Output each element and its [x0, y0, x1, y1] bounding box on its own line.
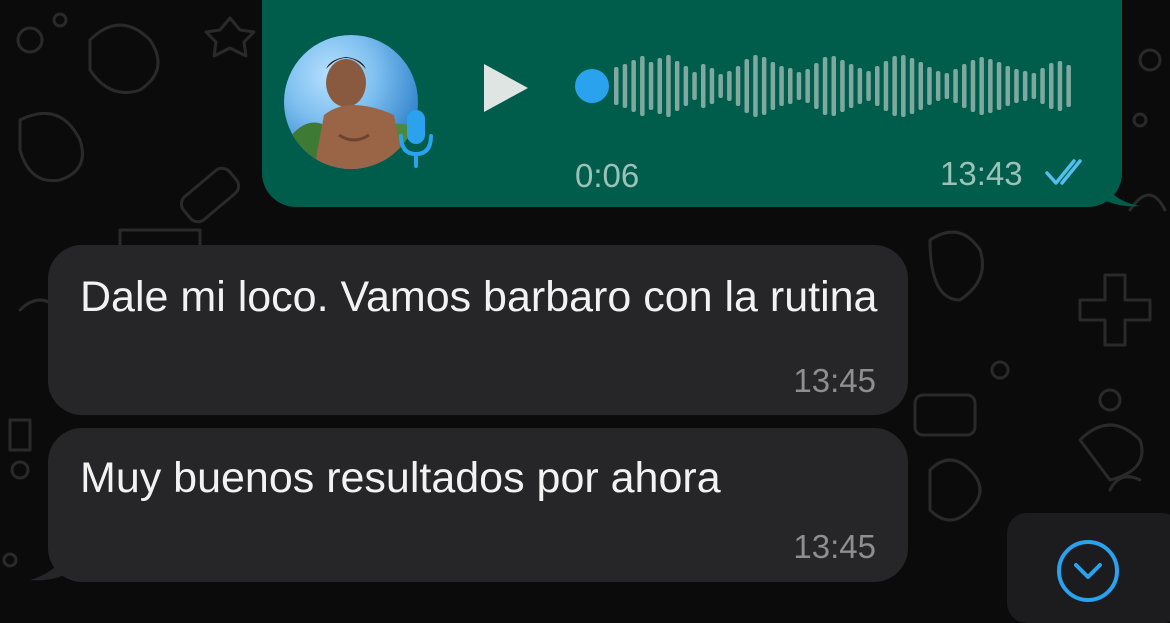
waveform-bar — [875, 66, 880, 106]
voice-duration: 0:06 — [575, 157, 640, 194]
waveform-bar — [805, 69, 810, 103]
waveform-bar — [909, 58, 915, 114]
waveform-bar — [1022, 71, 1028, 101]
waveform-bar — [692, 72, 697, 100]
incoming-message-bubble[interactable]: Dale mi loco. Vamos barbaro con la rutin… — [48, 245, 908, 415]
outgoing-bubble-tail — [1100, 170, 1140, 207]
waveform-bar — [735, 66, 741, 106]
waveform-bar — [674, 61, 680, 111]
waveform-bar — [857, 68, 863, 104]
waveform-bar — [892, 56, 897, 116]
waveform-bar — [962, 64, 967, 108]
waveform-bar — [744, 59, 749, 113]
waveform-bar — [979, 57, 984, 115]
play-icon[interactable] — [482, 62, 530, 114]
message-time: 13:45 — [793, 528, 876, 565]
waveform-bar — [718, 74, 723, 98]
voice-waveform[interactable] — [572, 50, 1082, 122]
waveform-bar — [1005, 66, 1010, 106]
waveform-bar — [727, 71, 732, 101]
chevron-down-icon — [1057, 540, 1119, 602]
waveform-bar — [788, 68, 793, 104]
double-check-read-icon — [1045, 159, 1082, 185]
waveform-bar — [953, 69, 958, 103]
waveform-bar — [883, 61, 889, 111]
waveform-bar — [970, 60, 976, 112]
message-time: 13:43 — [940, 155, 1023, 192]
waveform-bar — [709, 68, 715, 104]
waveform-bar — [814, 63, 819, 109]
message-text: Muy buenos resultados por ahora — [80, 454, 721, 502]
waveform-bar — [657, 58, 662, 114]
waveform-bar — [779, 66, 784, 106]
microphone-icon — [399, 110, 433, 168]
waveform-bar — [701, 64, 706, 108]
waveform-bar — [622, 64, 628, 108]
waveform-bar — [1049, 63, 1054, 109]
waveform-bar — [901, 55, 906, 117]
waveform-bar — [1066, 65, 1071, 107]
waveform-bar — [683, 66, 689, 106]
playback-scrubber-knob[interactable] — [575, 69, 609, 103]
waveform-bar — [944, 73, 950, 99]
incoming-message-bubble[interactable]: Muy buenos resultados por ahora 13:45 — [48, 428, 908, 582]
waveform-bar — [761, 57, 767, 115]
waveform-bar — [935, 71, 941, 101]
waveform-bar — [988, 59, 993, 113]
waveform-bar — [648, 62, 654, 110]
waveform-bar — [831, 56, 836, 116]
waveform-bar — [666, 55, 671, 117]
message-time: 13:45 — [793, 362, 876, 399]
waveform-bar — [753, 55, 758, 117]
waveform-bar — [996, 62, 1002, 110]
waveform-bar — [927, 67, 932, 105]
waveform-bar — [1040, 68, 1045, 104]
waveform-bar — [631, 60, 636, 112]
waveform-bar — [796, 72, 802, 100]
waveform-bar — [866, 71, 871, 101]
waveform-bar — [848, 64, 854, 108]
waveform-bar — [840, 60, 845, 112]
incoming-bubble-tail — [30, 540, 70, 581]
waveform-bar — [770, 62, 776, 110]
waveform-bar — [640, 56, 645, 116]
waveform-bar — [1031, 73, 1037, 99]
message-text: Dale mi loco. Vamos barbaro con la rutin… — [80, 273, 878, 321]
waveform-bar — [1014, 69, 1019, 103]
waveform-bar — [1057, 61, 1063, 111]
waveform-bar — [614, 67, 619, 105]
waveform-bar — [822, 57, 828, 115]
waveform-bar — [918, 62, 923, 110]
